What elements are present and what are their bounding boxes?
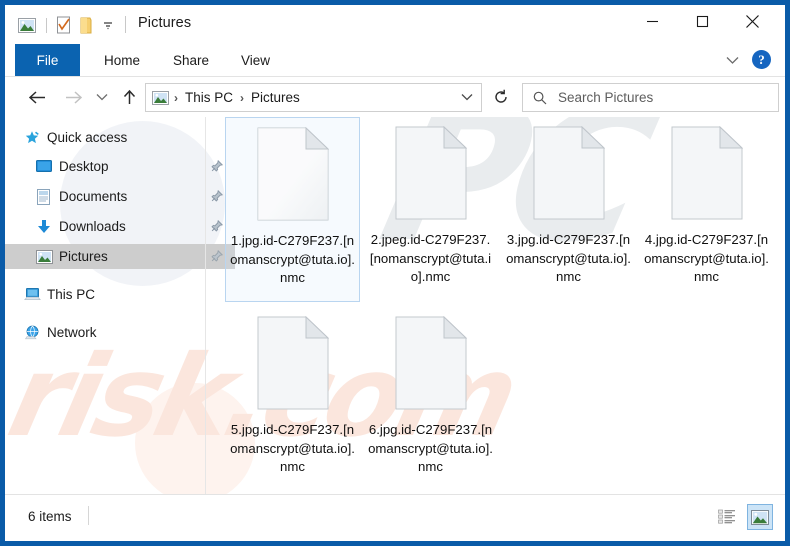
- quick-access-toolbar: [17, 14, 120, 36]
- tab-share[interactable]: Share: [160, 44, 222, 76]
- search-icon: [533, 91, 547, 105]
- window-title: Pictures: [138, 15, 192, 31]
- forward-button[interactable]: [59, 83, 87, 111]
- documents-icon: [35, 188, 53, 206]
- file-item[interactable]: 3.jpg.id-C279F237.[nomanscrypt@tuta.io].…: [501, 117, 636, 302]
- document-file-icon: [533, 125, 605, 220]
- maximize-button[interactable]: [679, 5, 725, 37]
- file-name-label: 3.jpg.id-C279F237.[nomanscrypt@tuta.io].…: [506, 232, 631, 284]
- file-item[interactable]: 2.jpeg.id-C279F237.[nomanscrypt@tuta.io]…: [363, 117, 498, 302]
- chevron-down-icon[interactable]: [722, 51, 742, 69]
- item-count-label: 6 items: [28, 509, 72, 524]
- recent-locations-button[interactable]: [91, 83, 113, 111]
- up-button[interactable]: [115, 83, 143, 111]
- sidebar-item-label: Network: [47, 325, 97, 340]
- sidebar-item-label: Quick access: [47, 130, 128, 145]
- document-file-icon: [395, 315, 467, 410]
- back-button[interactable]: [23, 83, 51, 111]
- content-area: Quick access Desktop Documents Downloads…: [5, 117, 785, 495]
- sidebar-item-quick-access[interactable]: Quick access: [5, 125, 223, 150]
- file-list-view[interactable]: 1.jpg.id-C279F237.[nomanscrypt@tuta.io].…: [206, 117, 785, 495]
- ribbon-tab-bar: File Home Share View ?: [5, 44, 785, 77]
- sidebar-item-documents[interactable]: Documents: [5, 184, 235, 209]
- downloads-icon: [35, 218, 53, 236]
- status-bar: 6 items: [5, 494, 785, 541]
- explorer-window: PC risk.com: [0, 0, 790, 546]
- search-box[interactable]: Search Pictures: [522, 83, 779, 112]
- navigation-bar: › This PC › Pictures Search Pictures: [5, 77, 785, 117]
- breadcrumb-separator-2: ›: [240, 90, 245, 105]
- network-icon: [23, 324, 41, 342]
- address-bar[interactable]: › This PC › Pictures: [145, 83, 482, 112]
- minimize-button[interactable]: [629, 5, 675, 37]
- sidebar-item-desktop[interactable]: Desktop: [5, 154, 235, 179]
- large-icons-view-button[interactable]: [747, 504, 773, 530]
- file-name-label: 2.jpeg.id-C279F237.[nomanscrypt@tuta.io]…: [369, 232, 492, 284]
- help-button[interactable]: ?: [752, 50, 771, 69]
- details-view-button[interactable]: [714, 504, 740, 530]
- star-pin-icon: [23, 129, 41, 147]
- sidebar-item-label: Desktop: [59, 159, 109, 174]
- close-button[interactable]: [729, 5, 775, 37]
- sidebar-item-label: Pictures: [59, 249, 108, 264]
- sidebar-item-label: Documents: [59, 189, 128, 204]
- file-name-label: 4.jpg.id-C279F237.[nomanscrypt@tuta.io].…: [644, 232, 769, 284]
- file-item[interactable]: 4.jpg.id-C279F237.[nomanscrypt@tuta.io].…: [639, 117, 774, 302]
- title-divider: [125, 16, 126, 33]
- new-folder-icon[interactable]: [76, 15, 96, 35]
- customize-dropdown-icon[interactable]: [98, 15, 118, 35]
- sidebar-item-network[interactable]: Network: [5, 320, 223, 345]
- window-client-area: PC risk.com: [5, 5, 785, 541]
- status-divider: [88, 506, 89, 525]
- breadcrumb-pictures[interactable]: Pictures: [249, 90, 302, 105]
- file-name-label: 6.jpg.id-C279F237.[nomanscrypt@tuta.io].…: [368, 422, 493, 474]
- properties-icon[interactable]: [54, 15, 74, 35]
- navigation-pane: Quick access Desktop Documents Downloads…: [5, 117, 235, 495]
- chevron-down-icon[interactable]: [459, 89, 475, 105]
- sidebar-item-pictures[interactable]: Pictures: [5, 244, 235, 269]
- sidebar-item-downloads[interactable]: Downloads: [5, 214, 235, 239]
- breadcrumb-separator-1: ›: [174, 90, 178, 105]
- document-file-icon: [395, 125, 467, 220]
- file-item[interactable]: 5.jpg.id-C279F237.[nomanscrypt@tuta.io].…: [225, 307, 360, 492]
- pictures-icon: [35, 248, 53, 266]
- document-file-icon: [671, 125, 743, 220]
- refresh-button[interactable]: [488, 83, 514, 110]
- file-item[interactable]: 1.jpg.id-C279F237.[nomanscrypt@tuta.io].…: [225, 117, 360, 302]
- breadcrumb-this-pc[interactable]: This PC: [183, 90, 235, 105]
- pictures-folder-icon-small: [152, 90, 169, 105]
- search-input[interactable]: Search Pictures: [558, 90, 653, 105]
- title-bar: Pictures: [5, 5, 785, 44]
- this-pc-icon: [23, 286, 41, 304]
- qat-divider-1: [46, 17, 47, 33]
- tab-view[interactable]: View: [228, 44, 283, 76]
- sidebar-item-label: This PC: [47, 287, 96, 302]
- file-item[interactable]: 6.jpg.id-C279F237.[nomanscrypt@tuta.io].…: [363, 307, 498, 492]
- tab-file[interactable]: File: [15, 44, 80, 76]
- file-name-label: 5.jpg.id-C279F237.[nomanscrypt@tuta.io].…: [230, 422, 355, 474]
- document-file-icon: [257, 315, 329, 410]
- document-file-icon: [257, 126, 329, 221]
- pictures-folder-icon[interactable]: [17, 15, 37, 35]
- sidebar-item-this-pc[interactable]: This PC: [5, 282, 223, 307]
- file-name-label: 1.jpg.id-C279F237.[nomanscrypt@tuta.io].…: [230, 233, 355, 285]
- sidebar-item-label: Downloads: [59, 219, 126, 234]
- tab-home[interactable]: Home: [90, 44, 154, 76]
- desktop-icon: [35, 158, 53, 176]
